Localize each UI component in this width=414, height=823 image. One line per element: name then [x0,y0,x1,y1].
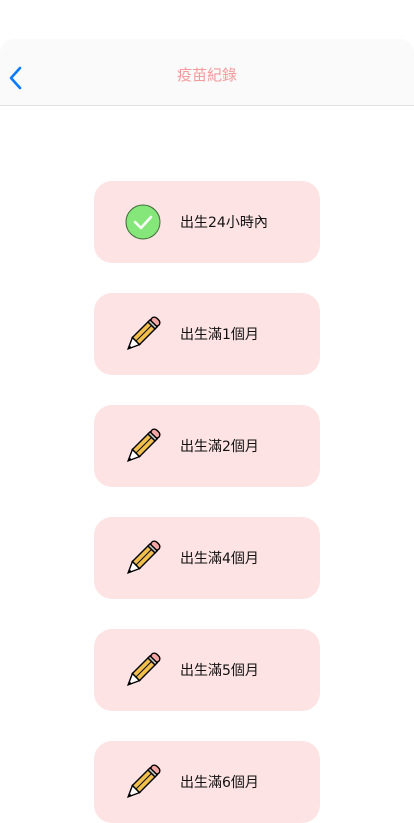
vaccine-record-item[interactable]: 出生滿2個月 [94,405,320,487]
vaccine-record-item[interactable]: 出生滿5個月 [94,629,320,711]
record-label: 出生滿2個月 [180,439,259,455]
pencil-icon [124,539,162,577]
page-title: 疫苗紀錄 [176,66,237,84]
vaccine-record-item[interactable]: 出生24小時內 [94,181,320,263]
check-circle-icon [124,203,162,241]
pencil-icon [124,651,162,689]
pencil-icon [124,427,162,465]
vaccine-record-item[interactable]: 出生滿4個月 [94,517,320,599]
nav-header: 疫苗紀錄 [0,39,414,106]
pencil-icon [124,315,162,353]
record-label: 出生滿4個月 [180,551,259,567]
pencil-icon [124,763,162,801]
vaccine-record-item[interactable]: 出生滿1個月 [94,293,320,375]
vaccine-record-item[interactable]: 出生滿6個月 [94,741,320,823]
record-label: 出生24小時內 [180,215,268,231]
record-label: 出生滿6個月 [180,775,259,791]
record-label: 出生滿1個月 [180,327,259,343]
record-label: 出生滿5個月 [180,663,259,679]
